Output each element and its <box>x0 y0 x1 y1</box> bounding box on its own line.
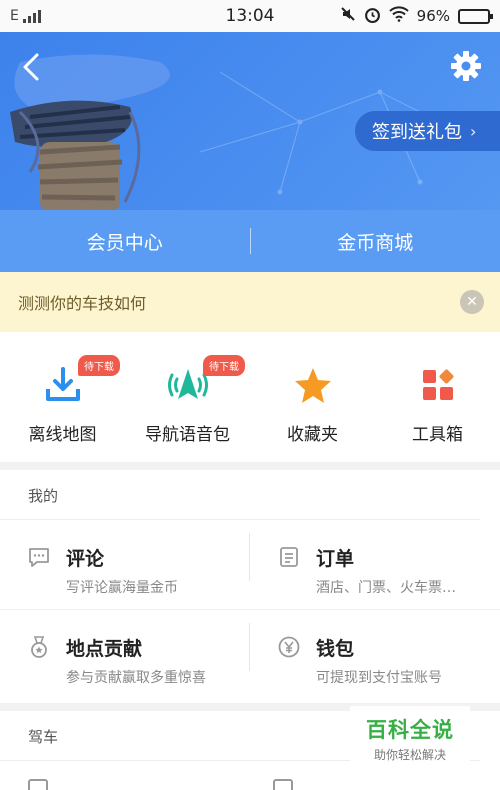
back-arrow-icon <box>23 53 39 81</box>
watermark-title: 百科全说 <box>366 718 454 742</box>
pending-download-badge: 待下载 <box>78 355 120 376</box>
tool-label: 离线地图 <box>28 425 97 445</box>
order-title: 订单 <box>316 548 355 570</box>
place-contribution-title: 地点贡献 <box>66 638 143 660</box>
battery-percent: 96% <box>416 7 450 25</box>
order-subtitle: 酒店、门票、火车票… <box>316 580 456 596</box>
checkin-label: 签到送礼包 <box>372 122 462 143</box>
signal-indicator: E <box>10 8 41 24</box>
comment-entry[interactable]: 评论 写评论赢海量金币 <box>0 520 250 610</box>
tool-offline-map[interactable]: 离线地图 待下载 <box>0 332 125 462</box>
pending-download-badge: 待下载 <box>203 355 245 376</box>
drive-item-icon <box>273 779 293 790</box>
place-contribution-subtitle: 参与贡献赢取多重惊喜 <box>66 670 206 686</box>
tool-favorites[interactable]: 收藏夹 <box>250 332 375 462</box>
wallet-subtitle: 可提现到支付宝账号 <box>316 670 442 686</box>
settings-button[interactable] <box>450 50 482 82</box>
coin-mall-link[interactable]: 金币商城 <box>251 228 500 255</box>
section-title-my: 我的 <box>0 470 480 520</box>
chevron-right-icon: › <box>470 121 477 141</box>
yen-wallet-icon <box>278 636 300 658</box>
toolbox-icon <box>415 362 461 408</box>
alarm-icon <box>364 6 381 27</box>
tool-label: 收藏夹 <box>287 425 338 445</box>
quick-tools: 离线地图 待下载 导航语音包 待下载 收藏夹 工具箱 <box>0 332 500 462</box>
tool-label: 工具箱 <box>412 425 463 445</box>
medal-icon <box>31 636 47 658</box>
gear-icon <box>451 51 481 81</box>
notice-banner[interactable]: 测测你的车技如何 ✕ <box>0 272 500 332</box>
watermark: 百科全说 助你轻松解决 <box>350 706 470 766</box>
wifi-icon <box>388 6 409 26</box>
close-icon[interactable]: ✕ <box>460 290 484 314</box>
order-entry[interactable]: 订单 酒店、门票、火车票… <box>250 520 500 610</box>
back-button[interactable] <box>16 50 46 84</box>
place-contribution-entry[interactable]: 地点贡献 参与贡献赢取多重惊喜 <box>0 610 250 700</box>
tool-voice-pack[interactable]: 导航语音包 待下载 <box>125 332 250 462</box>
member-center-link[interactable]: 会员中心 <box>0 228 250 255</box>
battery-icon <box>458 8 493 24</box>
wallet-entry[interactable]: 钱包 可提现到支付宝账号 <box>250 610 500 700</box>
member-bar: 会员中心 金币商城 <box>0 210 500 272</box>
status-bar: E 13:04 96% <box>0 0 500 32</box>
wallet-title: 钱包 <box>316 638 355 660</box>
order-list-icon <box>280 547 298 567</box>
drive-item-icon <box>28 779 48 790</box>
star-icon <box>290 362 336 408</box>
profile-header: 签到送礼包 › <box>0 32 500 210</box>
comment-icon <box>29 548 49 567</box>
notice-text: 测测你的车技如何 <box>18 294 147 313</box>
network-type: E <box>10 8 19 24</box>
tool-toolbox[interactable]: 工具箱 <box>375 332 500 462</box>
comment-title: 评论 <box>66 548 105 570</box>
signal-icon <box>22 9 41 23</box>
mute-icon <box>340 6 356 26</box>
my-section: 我的 评论 写评论赢海量金币 订单 酒店、门票、火车票… 地点贡献 参与贡献赢取… <box>0 470 500 703</box>
watermark-subtitle: 助你轻松解决 <box>373 748 446 762</box>
checkin-gift-button[interactable]: 签到送礼包 › <box>355 111 500 151</box>
comment-subtitle: 写评论赢海量金币 <box>66 580 178 596</box>
tool-label: 导航语音包 <box>145 425 230 445</box>
